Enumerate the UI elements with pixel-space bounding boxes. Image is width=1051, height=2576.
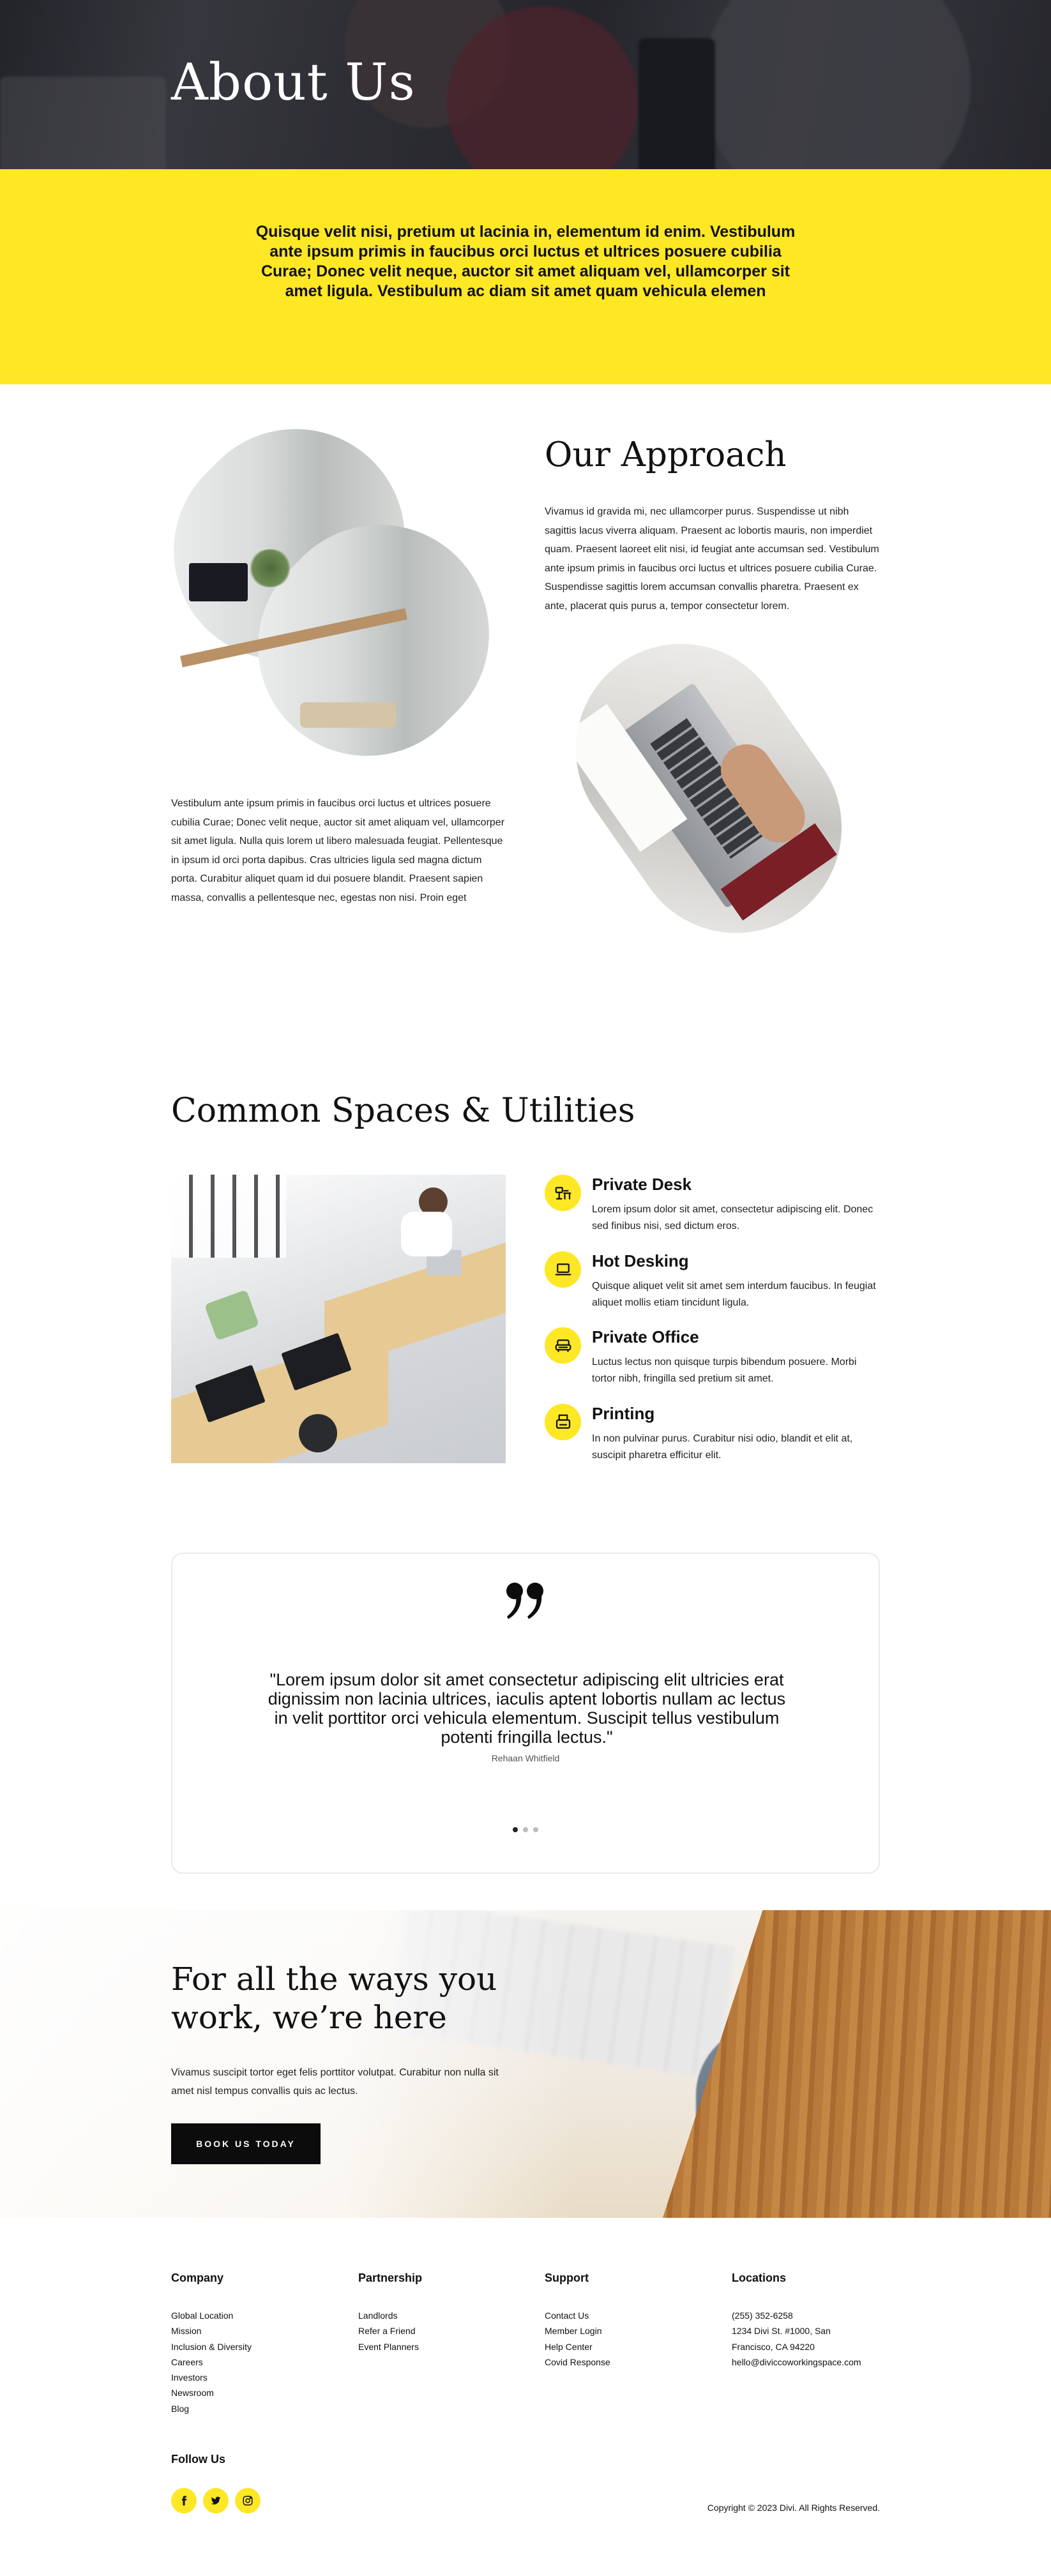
typing-photo [534,602,883,975]
approach-body-left: Vestibulum ante ipsum primis in faucibus… [171,798,505,903]
approach-title: Our Approach [545,435,787,474]
printer-icon [545,1404,581,1440]
spaces-title: Common Spaces & Utilities [171,1092,635,1130]
social-links [171,2488,261,2513]
follow-title: Follow Us [171,2453,225,2466]
plant-shape [248,549,292,587]
person-shape [299,1414,337,1452]
slider-dot[interactable] [533,1827,538,1832]
twitter-icon[interactable] [203,2488,229,2513]
chair-shape [204,1289,260,1341]
instagram-icon[interactable] [235,2488,261,2513]
chair-shape [300,702,396,728]
slider-dots [172,1827,879,1832]
feature-title: Printing [592,1404,655,1423]
page-title: About Us [171,52,416,112]
testimonial-author: Rehaan Whitfield [491,1753,560,1763]
desk-chair-icon [545,1175,581,1211]
footer-column-title: Company [171,2271,224,2284]
footer-column-title: Partnership [358,2271,423,2284]
email-link[interactable]: hello@diviccoworkingspace.com [732,2354,861,2370]
feature-text: Quisque aliquet velit sit amet sem inter… [592,1281,876,1308]
window-shape [171,1175,286,1258]
footer-link[interactable]: Inclusion & Diversity [171,2339,252,2354]
footer-link[interactable]: Event Planners [358,2339,422,2354]
laptop-icon [545,1251,581,1288]
phone-number[interactable]: (255) 352-6258 [732,2308,861,2323]
book-us-button[interactable]: BOOK US TODAY [171,2123,321,2164]
footer-link[interactable]: Investors [171,2370,252,2385]
footer-column-locations: Locations (255) 352-6258 1234 Divi St. #… [732,2271,861,2370]
footer-link[interactable]: Covid Response [545,2354,610,2370]
intro-band: Quisque velit nisi, pretium ut lacinia i… [0,169,1051,384]
footer-link[interactable]: Member Login [545,2323,610,2339]
footer-column-title: Support [545,2271,589,2284]
facebook-icon[interactable] [171,2488,197,2513]
office-photo [171,1175,506,1463]
feature-text: Luctus lectus non quisque turpis bibendu… [592,1357,857,1384]
slider-dot[interactable] [523,1827,528,1832]
person-shirt-shape [401,1212,452,1256]
footer-link[interactable]: Mission [171,2323,252,2339]
footer-link[interactable]: Landlords [358,2308,422,2323]
laptop-shape [189,563,248,601]
cta-text: Vivamus suscipit tortor eget felis portt… [171,2067,499,2097]
intro-text: Quisque velit nisi, pretium ut lacinia i… [255,223,796,300]
footer-link[interactable]: Newsroom [171,2385,252,2400]
cta-section: For all the ways you work, we’re here Vi… [0,1910,1051,2218]
site-footer: Company Global Location Mission Inclusio… [0,2218,1051,2576]
cta-title: For all the ways you work, we’re here [171,1961,497,2036]
footer-link[interactable]: Blog [171,2401,252,2416]
footer-link[interactable]: Refer a Friend [358,2323,422,2339]
quote-icon [506,1579,548,1624]
footer-column-support: Support Contact Us Member Login Help Cen… [545,2271,610,2370]
testimonial-card: "Lorem ipsum dolor sit amet consectetur … [171,1553,880,1874]
approach-body: Vivamus id gravida mi, nec ullamcorper p… [545,506,879,612]
address-line: Francisco, CA 94220 [732,2341,815,2352]
footer-link[interactable]: Global Location [171,2308,252,2323]
feature-title: Hot Desking [592,1251,689,1270]
footer-link[interactable]: Contact Us [545,2308,610,2323]
footer-column-title: Locations [732,2271,787,2284]
address-line: 1234 Divi St. #1000, San [732,2326,831,2337]
footer-column-partnership: Partnership Landlords Refer a Friend Eve… [358,2271,422,2354]
copyright-text: Copyright © 2023 Divi. All Rights Reserv… [707,2503,880,2513]
feature-text: In non pulvinar purus. Curabitur nisi od… [592,1433,853,1461]
feature-title: Private Office [592,1327,699,1346]
slider-dot[interactable] [513,1827,518,1832]
hero-banner: About Us [0,0,1051,169]
testimonial-quote: "Lorem ipsum dolor sit amet consectetur … [268,1670,786,1747]
hero-overlay [0,0,1051,169]
footer-link[interactable]: Careers [171,2354,252,2370]
feature-text: Lorem ipsum dolor sit amet, consectetur … [592,1204,873,1232]
feature-title: Private Desk [592,1175,692,1194]
sofa-icon [545,1327,581,1364]
footer-column-company: Company Global Location Mission Inclusio… [171,2271,252,2416]
footer-link[interactable]: Help Center [545,2339,610,2354]
